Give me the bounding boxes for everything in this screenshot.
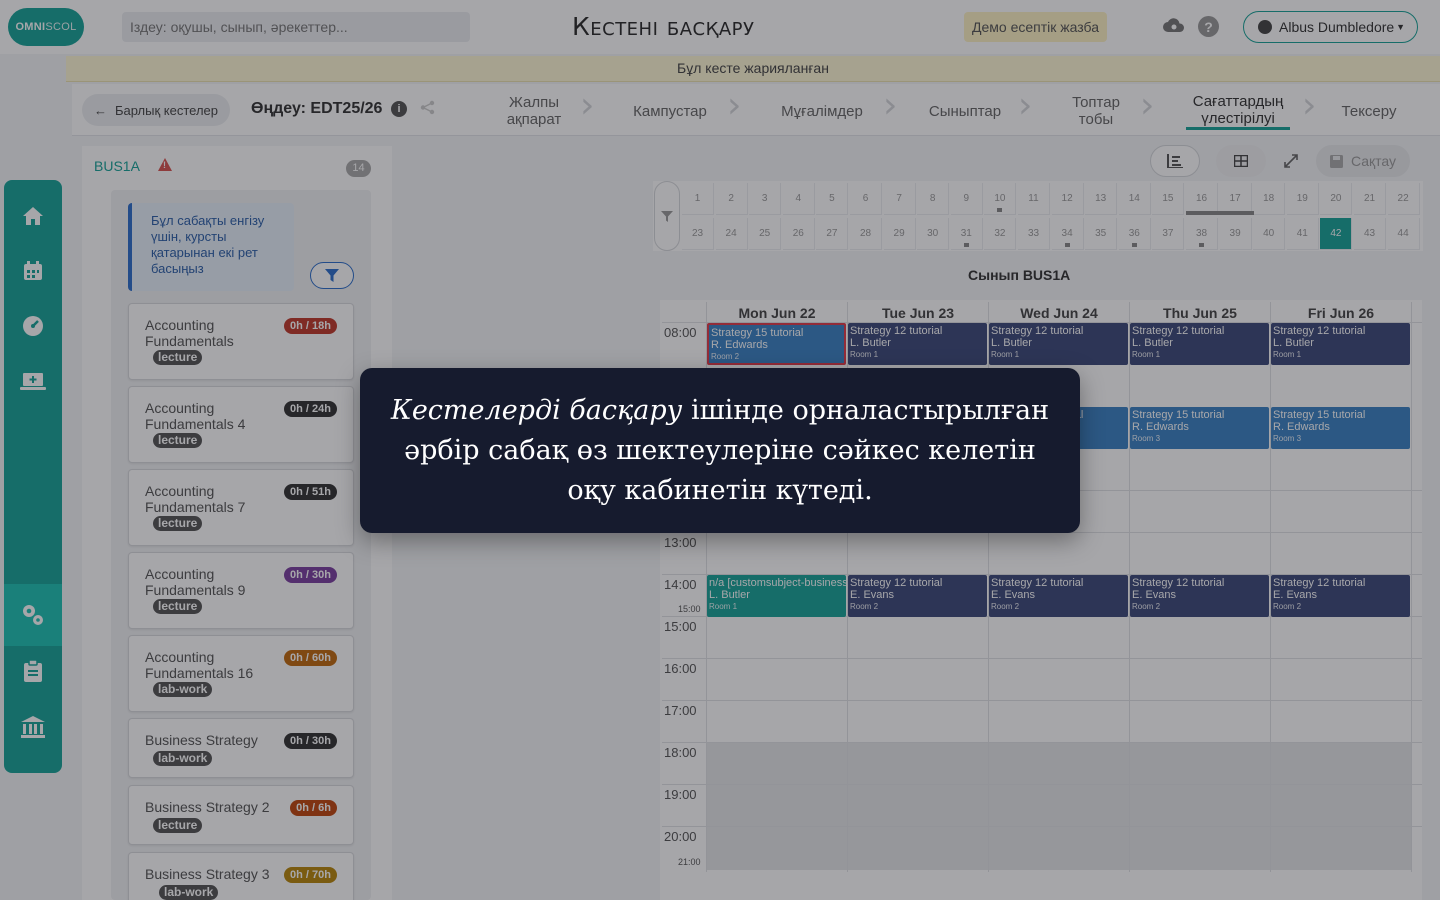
tooltip-emphasis: Кестелерді басқару [390, 394, 683, 426]
tooltip-text: Кестелерді басқару ішінде орналастырылға… [384, 391, 1056, 511]
onboarding-tooltip: Кестелерді басқару ішінде орналастырылға… [360, 368, 1080, 533]
